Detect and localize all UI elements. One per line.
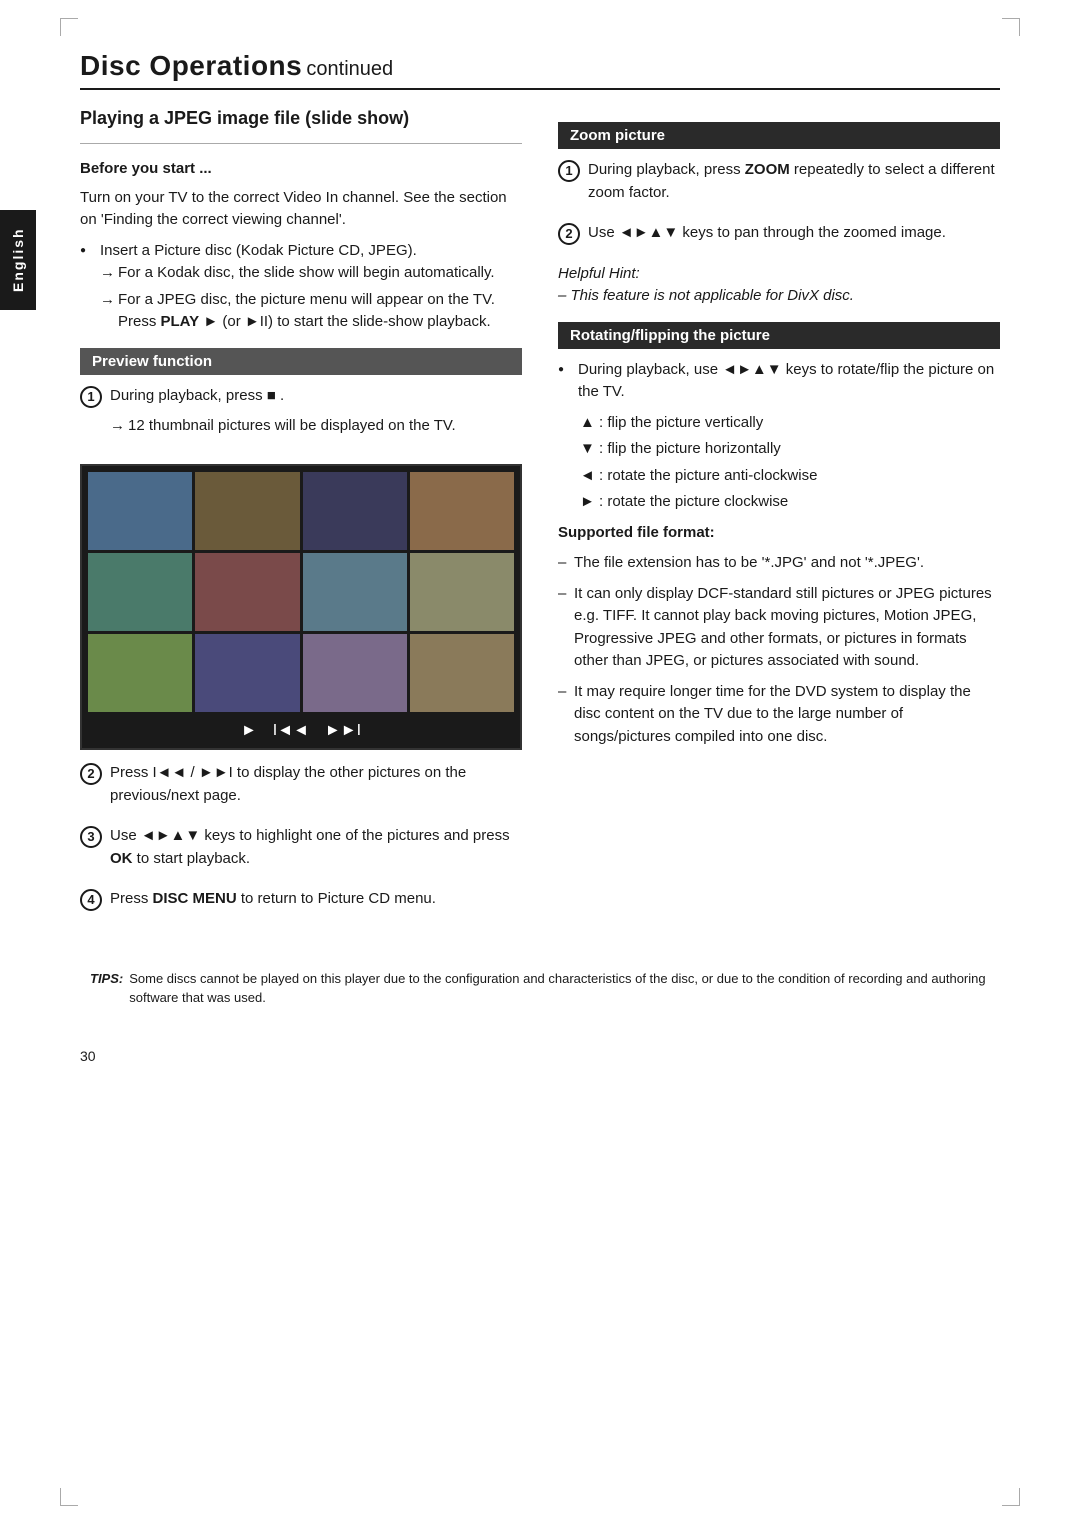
zoom-picture-heading: Zoom picture: [558, 122, 1000, 149]
page: English Disc Operations continued Playin…: [0, 0, 1080, 1524]
thumbnail-grid-wrapper: ► I◄◄ ►►I: [80, 464, 522, 751]
step-3-content: Use ◄►▲▼ keys to highlight one of the pi…: [110, 825, 522, 878]
thumbnail-cell: [195, 472, 299, 550]
thumbnail-cell: [303, 553, 407, 631]
corner-mark-br: [1002, 1488, 1020, 1506]
rotating-heading: Rotating/flipping the picture: [558, 322, 1000, 349]
thumbnail-cell: [195, 634, 299, 712]
zoom-step-num-1: 1: [558, 160, 580, 182]
step-num-2: 2: [80, 763, 102, 785]
corner-mark-tl: [60, 18, 78, 36]
thumbnail-cell: [88, 553, 192, 631]
zoom-bold: ZOOM: [745, 161, 790, 178]
before-you-start-label: Before you start ...: [80, 158, 522, 181]
file-format-item-2: It can only display DCF-standard still p…: [558, 583, 1000, 673]
step-1: 1 During playback, press ■ . 12 thumbnai…: [80, 385, 522, 442]
zoom-step-num-2: 2: [558, 223, 580, 245]
page-content: Disc Operations continued Playing a JPEG…: [80, 30, 1000, 1064]
step-num-3: 3: [80, 826, 102, 848]
thumbnail-cell: [303, 472, 407, 550]
step-3: 3 Use ◄►▲▼ keys to highlight one of the …: [80, 825, 522, 878]
next-button-icon: ►►I: [325, 722, 361, 740]
left-column: Playing a JPEG image file (slide show) B…: [80, 108, 522, 929]
step-num-1: 1: [80, 386, 102, 408]
english-tab: English: [0, 210, 36, 310]
rotate-anti-item: ◄ : rotate the picture anti-clockwise: [558, 465, 1000, 488]
list-item: Insert a Picture disc (Kodak Picture CD,…: [80, 240, 522, 334]
step-4-bold: DISC MENU: [153, 890, 237, 907]
page-number: 30: [80, 1048, 1000, 1064]
step-2-text: Press I◄◄ / ►►I to display the other pic…: [110, 762, 522, 807]
file-format-item-3: It may require longer time for the DVD s…: [558, 681, 1000, 749]
helpful-hint-text: – This feature is not applicable for Div…: [558, 287, 854, 304]
tips-label: TIPS:: [90, 969, 123, 1008]
bullet-list: Insert a Picture disc (Kodak Picture CD,…: [80, 240, 522, 334]
thumbnail-cell: [410, 553, 514, 631]
step-3-bold: OK: [110, 850, 133, 867]
zoom-step-1: 1 During playback, press ZOOM repeatedly…: [558, 159, 1000, 212]
section-heading: Playing a JPEG image file (slide show): [80, 108, 522, 129]
flip-horizontally-item: ▼ : flip the picture horizontally: [558, 438, 1000, 461]
before-you-start-text: Turn on your TV to the correct Video In …: [80, 187, 522, 232]
helpful-hint-label: Helpful Hint:: [558, 265, 640, 282]
zoom-step-1-text: During playback, press ZOOM repeatedly t…: [588, 159, 1000, 204]
zoom-step-1-content: During playback, press ZOOM repeatedly t…: [588, 159, 1000, 212]
flip-list: ▲ : flip the picture vertically ▼ : flip…: [558, 412, 1000, 514]
page-title: Disc Operations: [80, 50, 302, 81]
page-title-area: Disc Operations continued: [80, 50, 1000, 90]
thumbnail-cell: [88, 472, 192, 550]
right-column: Zoom picture 1 During playback, press ZO…: [558, 108, 1000, 929]
step-2: 2 Press I◄◄ / ►►I to display the other p…: [80, 762, 522, 815]
prev-button-icon: I◄◄: [273, 722, 309, 740]
step-num-4: 4: [80, 889, 102, 911]
step-3-text: Use ◄►▲▼ keys to highlight one of the pi…: [110, 825, 522, 870]
thumbnail-cell: [410, 472, 514, 550]
zoom-step-2: 2 Use ◄►▲▼ keys to pan through the zoome…: [558, 222, 1000, 253]
arrow-item: For a JPEG disc, the picture menu will a…: [100, 289, 522, 334]
flip-vertically-item: ▲ : flip the picture vertically: [558, 412, 1000, 435]
step-4-content: Press DISC MENU to return to Picture CD …: [110, 888, 522, 919]
helpful-hint: Helpful Hint: – This feature is not appl…: [558, 263, 1000, 308]
rotating-bullet-item: During playback, use ◄►▲▼ keys to rotate…: [558, 359, 1000, 404]
zoom-step-2-text: Use ◄►▲▼ keys to pan through the zoomed …: [588, 222, 1000, 245]
step-1-content: During playback, press ■ . 12 thumbnail …: [110, 385, 522, 442]
thumbnail-grid: [88, 472, 514, 713]
rotating-bullet-list: During playback, use ◄►▲▼ keys to rotate…: [558, 359, 1000, 404]
preview-function-heading: Preview function: [80, 348, 522, 375]
rotate-clock-item: ► : rotate the picture clockwise: [558, 491, 1000, 514]
step-2-content: Press I◄◄ / ►►I to display the other pic…: [110, 762, 522, 815]
thumbnail-cell: [195, 553, 299, 631]
tips-text: Some discs cannot be played on this play…: [129, 969, 990, 1008]
thumbnail-controls: ► I◄◄ ►►I: [88, 718, 514, 742]
thumbnail-cell: [410, 634, 514, 712]
section-divider: [80, 143, 522, 144]
arrow-item: For a Kodak disc, the slide show will be…: [100, 262, 522, 285]
page-title-continued: continued: [306, 58, 393, 80]
corner-mark-bl: [60, 1488, 78, 1506]
corner-mark-tr: [1002, 18, 1020, 36]
thumbnail-cell: [303, 634, 407, 712]
step-4-text: Press DISC MENU to return to Picture CD …: [110, 888, 522, 911]
zoom-step-2-content: Use ◄►▲▼ keys to pan through the zoomed …: [588, 222, 1000, 253]
play-arrow-symbol: ►: [203, 313, 218, 330]
supported-heading: Supported file format:: [558, 522, 1000, 545]
step-1-arrow: 12 thumbnail pictures will be displayed …: [110, 415, 522, 438]
step-1-text: During playback, press ■ .: [110, 385, 522, 408]
file-format-item-1: The file extension has to be '*.JPG' and…: [558, 552, 1000, 575]
thumbnail-cell: [88, 634, 192, 712]
step-4: 4 Press DISC MENU to return to Picture C…: [80, 888, 522, 919]
play-button-icon: ►: [241, 722, 257, 740]
two-column-layout: Playing a JPEG image file (slide show) B…: [80, 108, 1000, 929]
tips-footer: TIPS: Some discs cannot be played on thi…: [80, 969, 1000, 1008]
